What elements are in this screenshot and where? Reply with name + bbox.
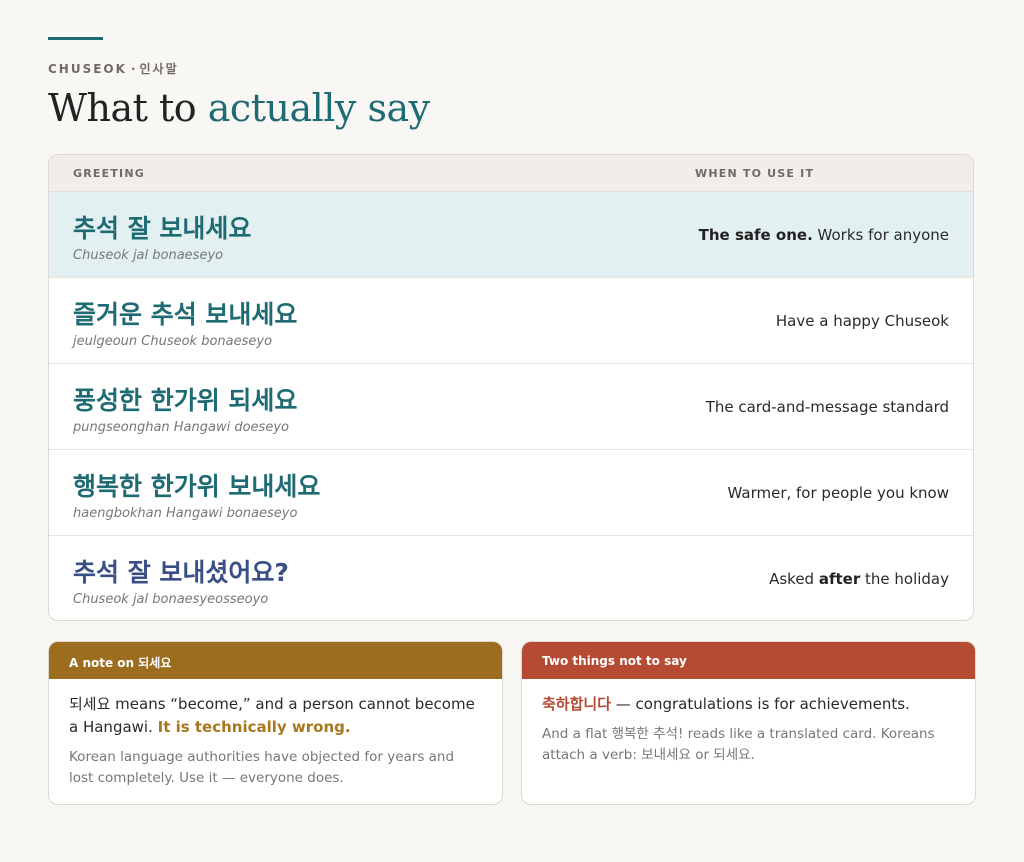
eyebrow: CHUSEOK · 인사말 [48, 60, 179, 77]
title-plain: What to [48, 86, 208, 130]
table-row: 추석 잘 보내세요 Chuseok jal bonaeseyo The safe… [49, 192, 973, 278]
table-header: GREETING WHEN TO USE IT [49, 155, 973, 192]
greeting-korean: 추석 잘 보내세요 [73, 214, 252, 243]
column-header-when: WHEN TO USE IT [695, 167, 815, 180]
greetings-table: GREETING WHEN TO USE IT 추석 잘 보내세요 Chuseo… [48, 154, 974, 621]
greeting-usage: Asked after the holiday [769, 570, 949, 588]
eyebrow-kr: 인사말 [139, 62, 179, 76]
note-sub-text: Korean language authorities have objecte… [69, 749, 455, 786]
greeting-korean: 즐거운 추석 보내세요 [73, 300, 298, 329]
usage-bold: The safe one. [698, 226, 813, 244]
greeting-usage: The safe one. Works for anyone [699, 226, 949, 244]
greeting-romanization: Chuseok jal bonaeseyo [73, 248, 224, 263]
greeting-romanization: pungseonghan Hangawi doeseyo [73, 420, 289, 435]
page-title: What to actually say [48, 86, 430, 130]
usage-text: Works for anyone [812, 226, 949, 244]
table-row: 행복한 한가위 보내세요 haengbokhan Hangawi bonaese… [49, 450, 973, 536]
greeting-usage: The card-and-message standard [705, 398, 949, 416]
avoid-sub-text: And a flat 행복한 추석! reads like a translat… [542, 726, 935, 763]
note-card: A note on 되세요 되세요 means “become,” and a … [48, 641, 503, 805]
greeting-korean: 행복한 한가위 보내세요 [73, 472, 321, 501]
avoid-card-body: 축하합니다 — congratulations is for achieveme… [522, 679, 975, 766]
usage-text-post: the holiday [860, 570, 949, 588]
greeting-korean: 풍성한 한가위 되세요 [73, 386, 298, 415]
avoid-text: — congratulations is for achievements. [611, 695, 910, 713]
greeting-usage: Have a happy Chuseok [775, 312, 949, 330]
eyebrow-separator: · [130, 62, 136, 76]
table-row: 풍성한 한가위 되세요 pungseonghan Hangawi doeseyo… [49, 364, 973, 450]
note-card-title: A note on 되세요 [49, 642, 502, 679]
avoid-card-title: Two things not to say [522, 642, 975, 679]
greeting-romanization: haengbokhan Hangawi bonaeseyo [73, 506, 298, 521]
avoid-card: Two things not to say 축하합니다 — congratula… [521, 641, 976, 805]
title-accent: actually say [207, 86, 430, 130]
note-card-body: 되세요 means “become,” and a person cannot … [49, 679, 502, 789]
column-header-greeting: GREETING [73, 167, 145, 180]
greeting-romanization: jeulgeoun Chuseok bonaeseyo [73, 334, 273, 349]
accent-rule [48, 37, 103, 40]
greeting-romanization: Chuseok jal bonaesyeosseoyo [73, 592, 269, 607]
usage-bold: after [818, 570, 861, 588]
greeting-korean: 추석 잘 보내셨어요? [73, 558, 289, 587]
eyebrow-en: CHUSEOK [48, 62, 127, 76]
avoid-emphasis: 축하합니다 [542, 695, 612, 713]
note-emphasis: It is technically wrong. [157, 718, 351, 736]
table-row: 즐거운 추석 보내세요 jeulgeoun Chuseok bonaeseyo … [49, 278, 973, 364]
table-row: 추석 잘 보내셨어요? Chuseok jal bonaesyeosseoyo … [49, 536, 973, 620]
avoid-main-text: 축하합니다 — congratulations is for achieveme… [542, 693, 955, 716]
usage-text-pre: Asked [769, 570, 819, 588]
note-main-text: 되세요 means “become,” and a person cannot … [69, 693, 482, 739]
greeting-usage: Warmer, for people you know [727, 484, 949, 502]
